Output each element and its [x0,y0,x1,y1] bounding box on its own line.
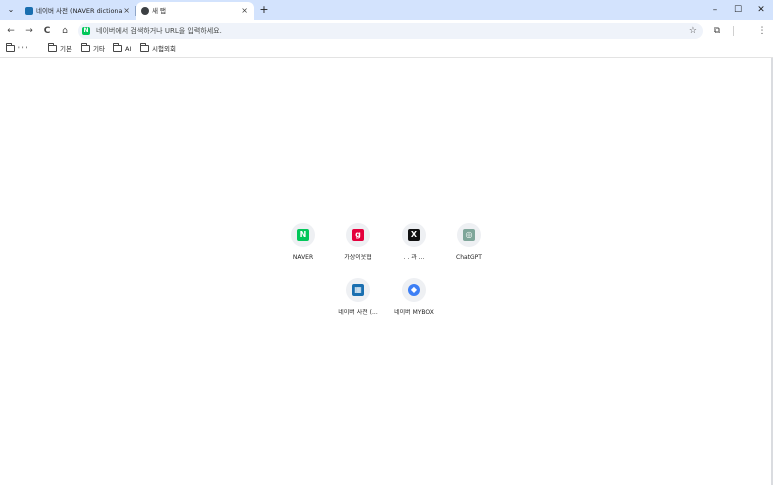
bookmark-folder[interactable]: ' ' ' [6,42,28,57]
tab-title: 새 탭 [152,7,167,15]
folder-icon [140,43,149,52]
shortcut-gasang[interactable]: g 가상이웃협 [330,223,386,275]
chrome-favicon-icon [141,7,149,15]
mybox-icon: ◆ [408,284,420,296]
chatgpt-icon: ◎ [463,229,475,241]
maximize-button[interactable]: ☐ [727,0,749,20]
shortcut-chatgpt[interactable]: ◎ ChatGPT [441,223,497,275]
bookmarks-bar: ' ' ' 기본 기타 AI 시험외회 [0,42,773,58]
tab-naver-dictionary[interactable]: 네이버 사전 (NAVER dictionary × [20,2,136,20]
naver-dictionary-icon: ▦ [352,284,364,296]
tab-close-icon[interactable]: × [241,2,248,20]
folder-icon [48,43,57,52]
bookmark-star-icon[interactable]: ☆ [689,23,697,39]
bookmark-label: 시험외회 [152,45,176,53]
bookmark-label: AI [125,45,132,53]
shortcut-label: NAVER [292,254,314,261]
shortcut-label: ChatGPT [456,254,482,261]
tab-close-icon[interactable]: × [123,2,130,20]
shortcut-label: 네이버 사전 (... [338,309,378,316]
shortcut-icon-circle: N [291,223,315,247]
bookmark-label: ' ' ' [18,45,28,53]
shortcut-naver-dictionary[interactable]: ▦ 네이버 사전 (... [330,278,386,330]
bookmark-folder[interactable]: 시험외회 [140,42,176,57]
folder-icon [81,43,90,52]
folder-icon [6,43,15,52]
gasang-icon: g [352,229,364,241]
menu-icon[interactable]: ⋮ [754,23,770,39]
address-bar[interactable]: N 네이버에서 검색하거나 URL을 입력하세요. ☆ [78,23,703,39]
minimize-button[interactable]: – [704,0,726,20]
shortcut-icon-circle: ▦ [346,278,370,302]
shortcut-label: 가상이웃협 [344,254,372,261]
shortcut-label: 네이버 MYBOX [394,309,434,316]
shortcut-naver[interactable]: N NAVER [275,223,331,275]
tab-search-icon[interactable]: ⌄ [4,3,18,17]
bookmark-folder[interactable]: AI [113,42,131,57]
shortcut-icon-circle: g [346,223,370,247]
naver-favicon-icon: N [82,27,90,35]
new-tab-button[interactable]: + [257,2,271,18]
bookmark-folder[interactable]: 기본 [48,42,72,57]
shortcut-naver-mybox[interactable]: ◆ 네이버 MYBOX [386,278,442,330]
shortcut-icon-circle: ◆ [402,278,426,302]
forward-button[interactable]: → [21,22,37,40]
naver-icon: N [297,229,309,241]
shortcut-label: . . 과 ... [403,254,425,261]
shortcut-x[interactable]: X . . 과 ... [386,223,442,275]
close-window-button[interactable]: ✕ [750,0,772,20]
tab-title: 네이버 사전 (NAVER dictionary [36,7,122,15]
reload-button[interactable]: C [39,22,55,40]
tab-new-tab[interactable]: 새 탭 × [136,2,254,20]
shortcut-icon-circle: ◎ [457,223,481,247]
folder-icon [113,43,122,52]
address-bar-placeholder: 네이버에서 검색하거나 URL을 입력하세요. [96,27,222,35]
bookmark-label: 기타 [93,45,105,53]
extensions-icon[interactable]: ⧉ [709,23,725,39]
tab-strip: ⌄ 네이버 사전 (NAVER dictionary × 새 탭 × + – ☐… [0,0,773,20]
bookmark-label: 기본 [60,45,72,53]
toolbar-divider [733,26,734,36]
back-button[interactable]: ← [3,22,19,40]
x-icon: X [408,229,420,241]
naver-dictionary-favicon-icon [25,7,33,15]
home-button[interactable]: ⌂ [57,22,73,40]
shortcut-icon-circle: X [402,223,426,247]
bookmark-folder[interactable]: 기타 [81,42,105,57]
